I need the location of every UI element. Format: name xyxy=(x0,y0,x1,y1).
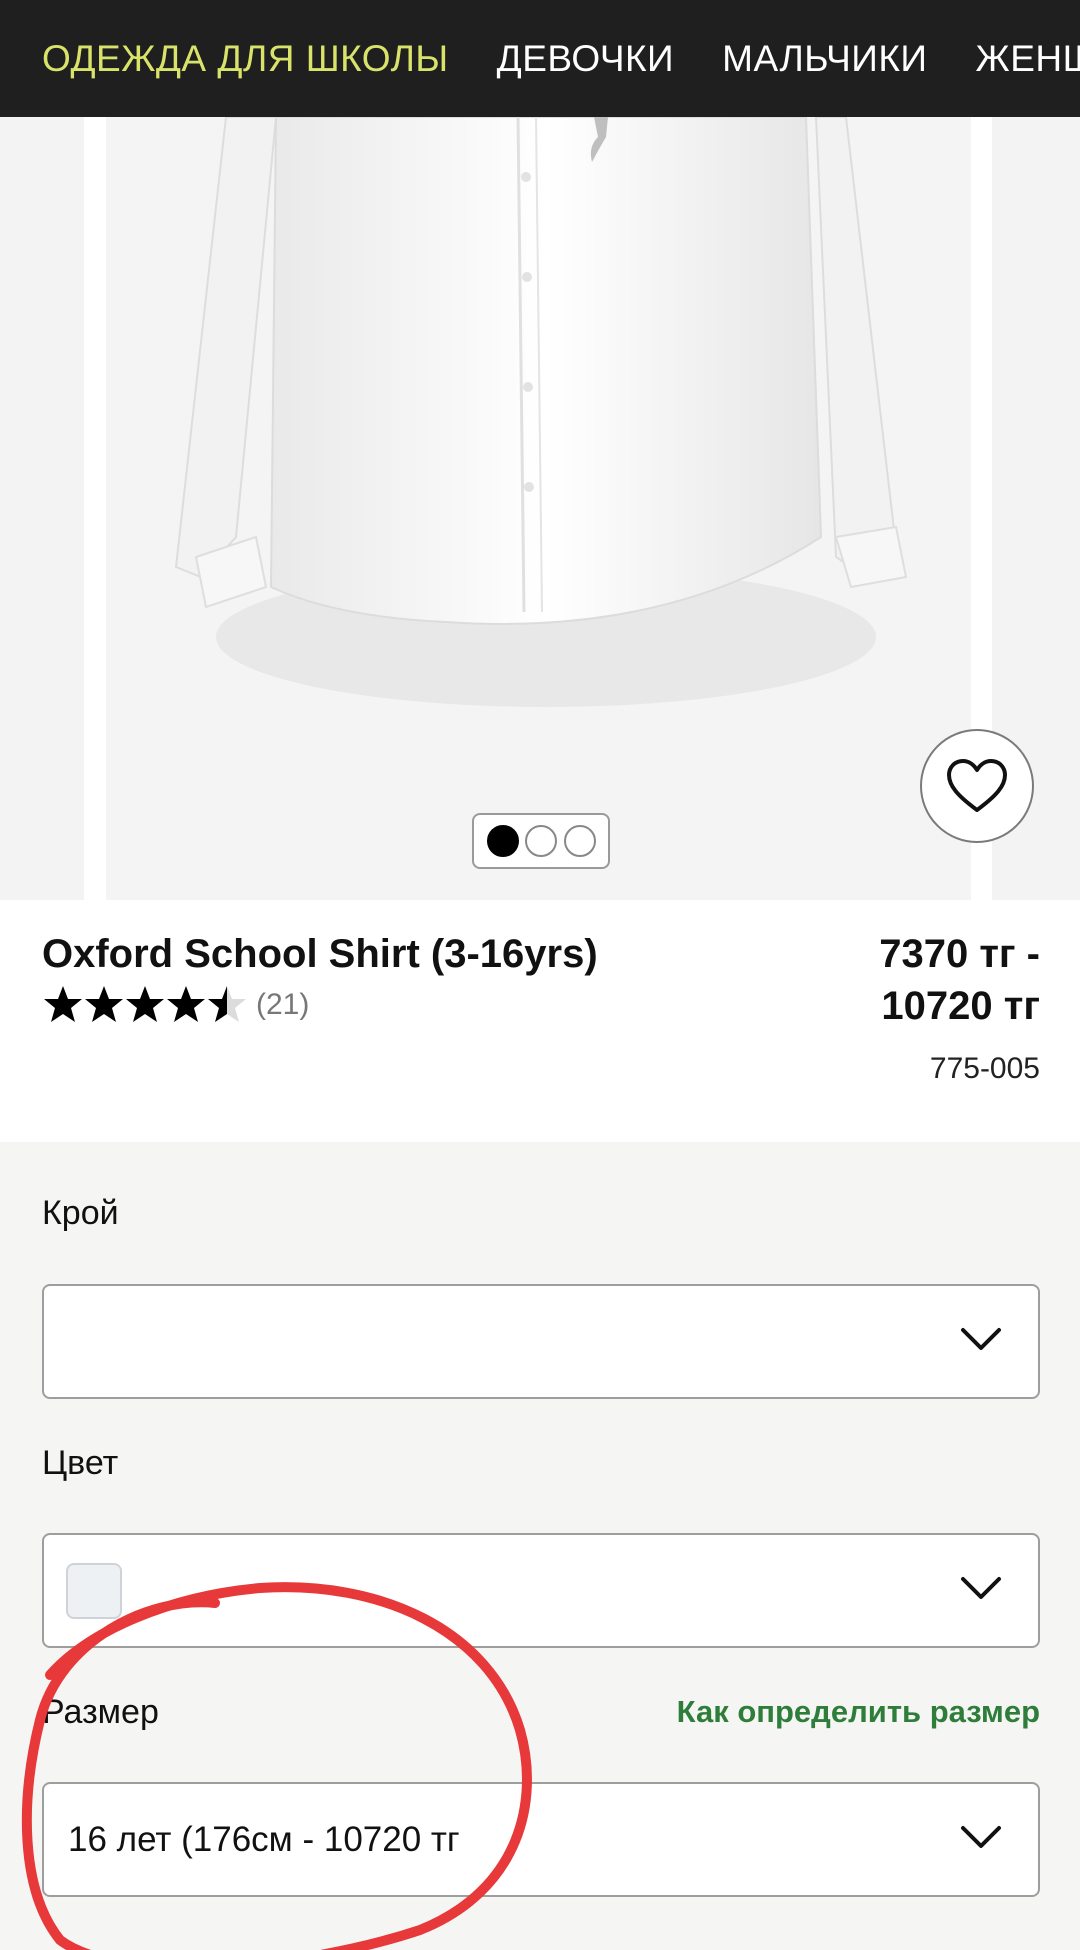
nav-item-school[interactable]: ОДЕЖДА ДЛЯ ШКОЛЫ xyxy=(42,38,449,80)
product-image[interactable] xyxy=(106,117,971,900)
top-navigation: ОДЕЖДА ДЛЯ ШКОЛЫ ДЕВОЧКИ МАЛЬЧИКИ ЖЕНЩИ xyxy=(0,0,1080,117)
product-info: Oxford School Shirt (3-16yrs) (21) 7370 … xyxy=(0,900,1080,1142)
rating[interactable]: (21) xyxy=(42,984,309,1026)
favorite-button[interactable] xyxy=(920,729,1034,843)
product-options: Крой Цвет Размер Как определить размер 1… xyxy=(0,1142,1080,1950)
chevron-down-icon xyxy=(961,1577,1001,1599)
price-range: 7370 тг - 10720 тг xyxy=(879,928,1040,1032)
rating-stars xyxy=(44,986,246,1022)
carousel-pagination xyxy=(472,813,610,869)
fit-label: Крой xyxy=(42,1194,119,1232)
star-icon xyxy=(126,986,164,1022)
product-title: Oxford School Shirt (3-16yrs) xyxy=(42,932,598,976)
nav-item-women[interactable]: ЖЕНЩИ xyxy=(976,38,1080,80)
review-count[interactable]: (21) xyxy=(256,988,309,1022)
color-label: Цвет xyxy=(42,1444,119,1482)
star-icon xyxy=(167,986,205,1022)
half-star-icon xyxy=(208,986,246,1022)
price-line-1: 7370 тг - xyxy=(879,932,1040,976)
size-guide-link[interactable]: Как определить размер xyxy=(677,1694,1040,1730)
nav-item-girls[interactable]: ДЕВОЧКИ xyxy=(497,38,674,80)
chevron-down-icon xyxy=(961,1826,1001,1848)
product-page: ОДЕЖДА ДЛЯ ШКОЛЫ ДЕВОЧКИ МАЛЬЧИКИ ЖЕНЩИ xyxy=(0,0,1080,1950)
chevron-down-icon xyxy=(961,1328,1001,1350)
fit-select[interactable] xyxy=(42,1284,1040,1399)
star-icon xyxy=(85,986,123,1022)
size-select[interactable]: 16 лет (176см - 10720 тг xyxy=(42,1782,1040,1897)
color-swatch xyxy=(66,1562,122,1619)
shirt-image xyxy=(174,117,908,707)
carousel-dot-2[interactable] xyxy=(525,825,557,857)
product-sku: 775-005 xyxy=(929,1052,1040,1085)
price-line-2: 10720 тг xyxy=(881,984,1040,1028)
nav-item-boys[interactable]: МАЛЬЧИКИ xyxy=(722,38,927,80)
color-select[interactable] xyxy=(42,1533,1040,1648)
carousel-dot-1[interactable] xyxy=(486,825,519,857)
carousel-dot-3[interactable] xyxy=(563,825,596,857)
star-icon xyxy=(44,986,82,1022)
heart-icon xyxy=(947,759,1007,812)
size-label: Размер xyxy=(42,1693,159,1731)
size-value: 16 лет (176см - 10720 тг xyxy=(68,1819,460,1859)
product-image-carousel[interactable] xyxy=(0,117,1080,900)
previous-slide-peek[interactable] xyxy=(0,117,84,900)
